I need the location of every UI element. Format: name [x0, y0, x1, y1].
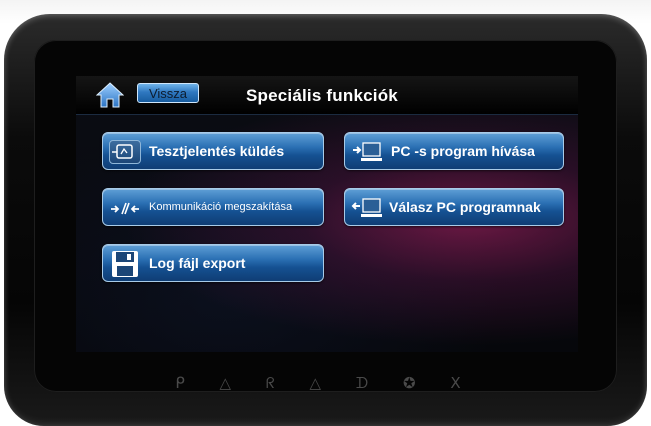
pc-answer-button[interactable]: Válasz PC programnak	[344, 188, 564, 226]
pc-answer-label: Válasz PC programnak	[389, 199, 541, 215]
pc-call-label: PC -s program hívása	[391, 143, 535, 159]
pc-call-button[interactable]: PC -s program hívása	[344, 132, 564, 170]
comm-abort-label: Kommunikáció megszakítása	[149, 201, 293, 213]
brand-logo: ᑭ △ ᖇ △ ᗪ ✪ X	[0, 374, 651, 392]
pc-call-icon	[351, 140, 383, 164]
brand-logo-glyphs: ᑭ △ ᖇ △ ᗪ ✪ X	[175, 374, 476, 392]
test-report-label: Tesztjelentés küldés	[149, 143, 285, 159]
page-title: Speciális funkciók	[246, 86, 398, 105]
comm-abort-button[interactable]: Kommunikáció megszakítása	[102, 188, 324, 226]
comm-abort-icon	[109, 196, 141, 220]
back-button[interactable]: Vissza	[137, 83, 199, 103]
home-button[interactable]	[95, 82, 125, 108]
home-icon	[95, 82, 125, 108]
touch-screen: Vissza Speciális funkciók Tesztjelentés …	[76, 76, 578, 352]
test-report-button[interactable]: Tesztjelentés küldés	[102, 132, 324, 170]
signal-report-icon	[109, 140, 141, 164]
log-export-label: Log fájl export	[149, 255, 246, 271]
top-bar: Vissza Speciális funkciók	[76, 76, 578, 115]
log-export-button[interactable]: Log fájl export	[102, 244, 324, 282]
pc-answer-icon	[351, 196, 383, 220]
floppy-disk-icon	[111, 250, 139, 278]
